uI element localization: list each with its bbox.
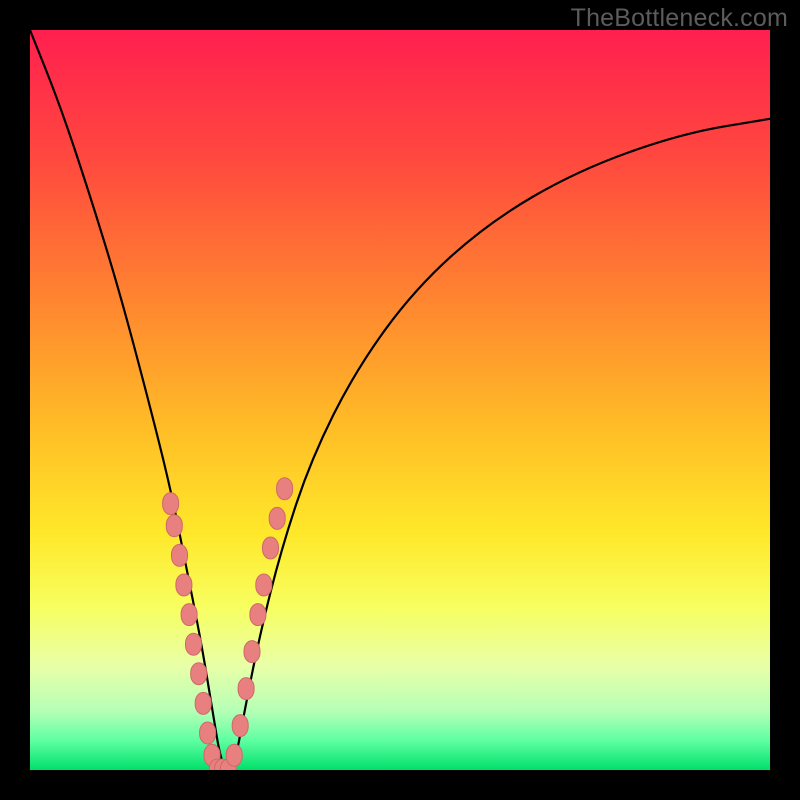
watermark-label: TheBottleneck.com <box>571 4 788 33</box>
bead-point <box>176 574 192 596</box>
bead-point <box>200 722 216 744</box>
bead-point <box>238 678 254 700</box>
bead-point <box>250 604 266 626</box>
bead-point <box>163 493 179 515</box>
bead-point <box>256 574 272 596</box>
bottleneck-curve <box>30 30 770 770</box>
bead-point <box>166 515 182 537</box>
bead-point <box>172 544 188 566</box>
bead-point <box>277 478 293 500</box>
bead-group <box>163 478 293 770</box>
bead-point <box>263 537 279 559</box>
chart-overlay <box>30 30 770 770</box>
bead-point <box>232 715 248 737</box>
bead-point <box>181 604 197 626</box>
bead-point <box>186 633 202 655</box>
bead-point <box>269 507 285 529</box>
bead-point <box>195 692 211 714</box>
plot-area <box>30 30 770 770</box>
bead-point <box>191 663 207 685</box>
bead-point <box>244 641 260 663</box>
chart-frame: TheBottleneck.com <box>0 0 800 800</box>
bead-point <box>226 744 242 766</box>
